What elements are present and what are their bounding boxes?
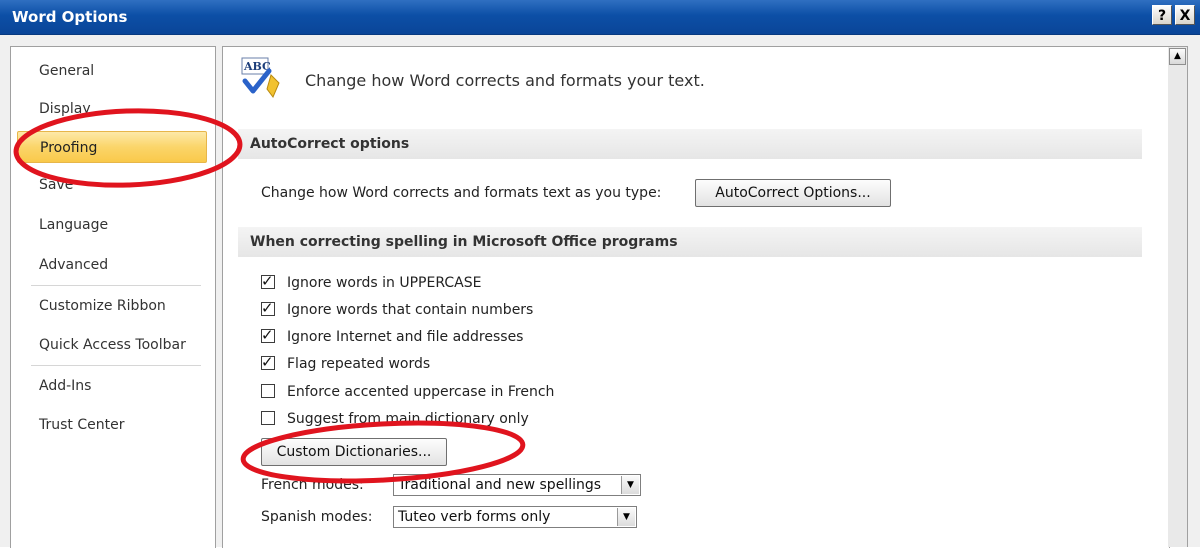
nav-item-save[interactable]: Save — [17, 169, 207, 201]
checkbox[interactable]: ✓ — [261, 353, 275, 371]
close-button[interactable]: X — [1175, 5, 1195, 25]
custom-dictionaries-button[interactable]: Custom Dictionaries... — [261, 438, 447, 466]
nav-item-language[interactable]: Language — [17, 209, 207, 241]
autocorrect-options-button[interactable]: AutoCorrect Options... — [695, 179, 891, 207]
dropdown-arrow-icon[interactable]: ▼ — [617, 508, 635, 526]
checkbox[interactable]: ✓ — [261, 326, 275, 344]
checkbox[interactable] — [261, 384, 275, 398]
option-label: Ignore Internet and file addresses — [287, 329, 524, 345]
french-modes-select[interactable]: Traditional and new spellings ▼ — [393, 474, 641, 496]
panel-header-text: Change how Word corrects and formats you… — [305, 71, 705, 90]
checkbox[interactable] — [261, 411, 275, 425]
section-autocorrect-title: AutoCorrect options — [238, 129, 1142, 159]
check-mark-icon: ✓ — [261, 272, 274, 290]
spanish-modes-select[interactable]: Tuteo verb forms only ▼ — [393, 506, 637, 528]
nav-item-trust-center[interactable]: Trust Center — [17, 409, 207, 441]
nav-separator — [31, 365, 201, 366]
check-mark-icon: ✓ — [261, 299, 274, 317]
spanish-modes-value: Tuteo verb forms only — [398, 509, 551, 525]
nav-separator — [31, 285, 201, 286]
autocorrect-description: Change how Word corrects and formats tex… — [261, 185, 662, 201]
proofing-panel: ABC Change how Word corrects and formats… — [222, 46, 1170, 548]
nav-item-proofing[interactable]: Proofing — [17, 131, 207, 163]
option-label: Enforce accented uppercase in French — [287, 384, 555, 400]
dialog-body: General Display Proofing Save Language A… — [0, 35, 1200, 548]
title-bar: Word Options ? X — [0, 0, 1200, 35]
section-spelling-title: When correcting spelling in Microsoft Of… — [238, 227, 1142, 257]
dropdown-arrow-icon[interactable]: ▼ — [621, 476, 639, 494]
check-mark-icon: ✓ — [261, 353, 274, 371]
nav-item-customize-ribbon[interactable]: Customize Ribbon — [17, 290, 207, 322]
checkbox[interactable]: ✓ — [261, 272, 275, 290]
nav-item-display[interactable]: Display — [17, 93, 207, 125]
french-modes-label: French modes: — [261, 477, 364, 493]
option-label: Suggest from main dictionary only — [287, 411, 529, 427]
options-nav: General Display Proofing Save Language A… — [10, 46, 216, 548]
spanish-modes-label: Spanish modes: — [261, 509, 373, 525]
scroll-up-arrow-icon[interactable]: ▲ — [1169, 48, 1186, 65]
french-modes-value: Traditional and new spellings — [398, 477, 602, 493]
option-label: Flag repeated words — [287, 356, 431, 372]
window-title: Word Options — [12, 8, 128, 26]
help-button[interactable]: ? — [1152, 5, 1172, 25]
vertical-scrollbar[interactable]: ▲ — [1168, 46, 1188, 547]
checkbox[interactable]: ✓ — [261, 299, 275, 317]
check-mark-icon: ✓ — [261, 326, 274, 344]
nav-item-general[interactable]: General — [17, 55, 207, 87]
abc-spellcheck-icon: ABC — [241, 57, 280, 98]
nav-item-add-ins[interactable]: Add-Ins — [17, 370, 207, 402]
option-label: Ignore words that contain numbers — [287, 302, 534, 318]
nav-item-advanced[interactable]: Advanced — [17, 249, 207, 281]
nav-item-quick-access-toolbar[interactable]: Quick Access Toolbar — [17, 329, 207, 361]
option-label: Ignore words in UPPERCASE — [287, 275, 482, 291]
